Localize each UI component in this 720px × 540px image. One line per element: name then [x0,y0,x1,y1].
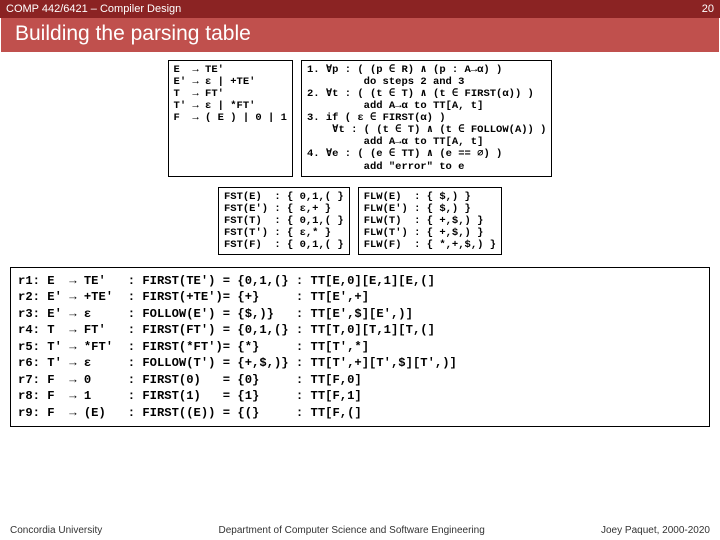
follow-sets-box: FLW(E) : { $,) } FLW(E') : { $,) } FLW(T… [358,187,502,255]
rules-table-box: r1: E → TE' : FIRST(TE') = {0,1,(} : TT[… [10,267,710,427]
footer-center: Department of Computer Science and Softw… [219,525,485,536]
page-number: 20 [702,3,714,15]
header-bar: COMP 442/6421 – Compiler Design 20 [0,0,720,18]
mid-row: FST(E) : { 0,1,( } FST(E') : { ε,+ } FST… [10,187,710,255]
first-sets-box: FST(E) : { 0,1,( } FST(E') : { ε,+ } FST… [218,187,350,255]
content-area: E → TE' E' → ε | +TE' T → FT' T' → ε | *… [0,52,720,427]
footer-left: Concordia University [10,525,102,536]
grammar-box: E → TE' E' → ε | +TE' T → FT' T' → ε | *… [168,60,293,177]
algorithm-box: 1. ∀p : ( (p ∈ R) ∧ (p : A→α) ) do steps… [301,60,553,177]
course-code: COMP 442/6421 – Compiler Design [6,3,181,15]
footer-right: Joey Paquet, 2000-2020 [601,525,710,536]
footer: Concordia University Department of Compu… [0,525,720,536]
slide-title: Building the parsing table [1,18,719,52]
top-row: E → TE' E' → ε | +TE' T → FT' T' → ε | *… [10,60,710,177]
